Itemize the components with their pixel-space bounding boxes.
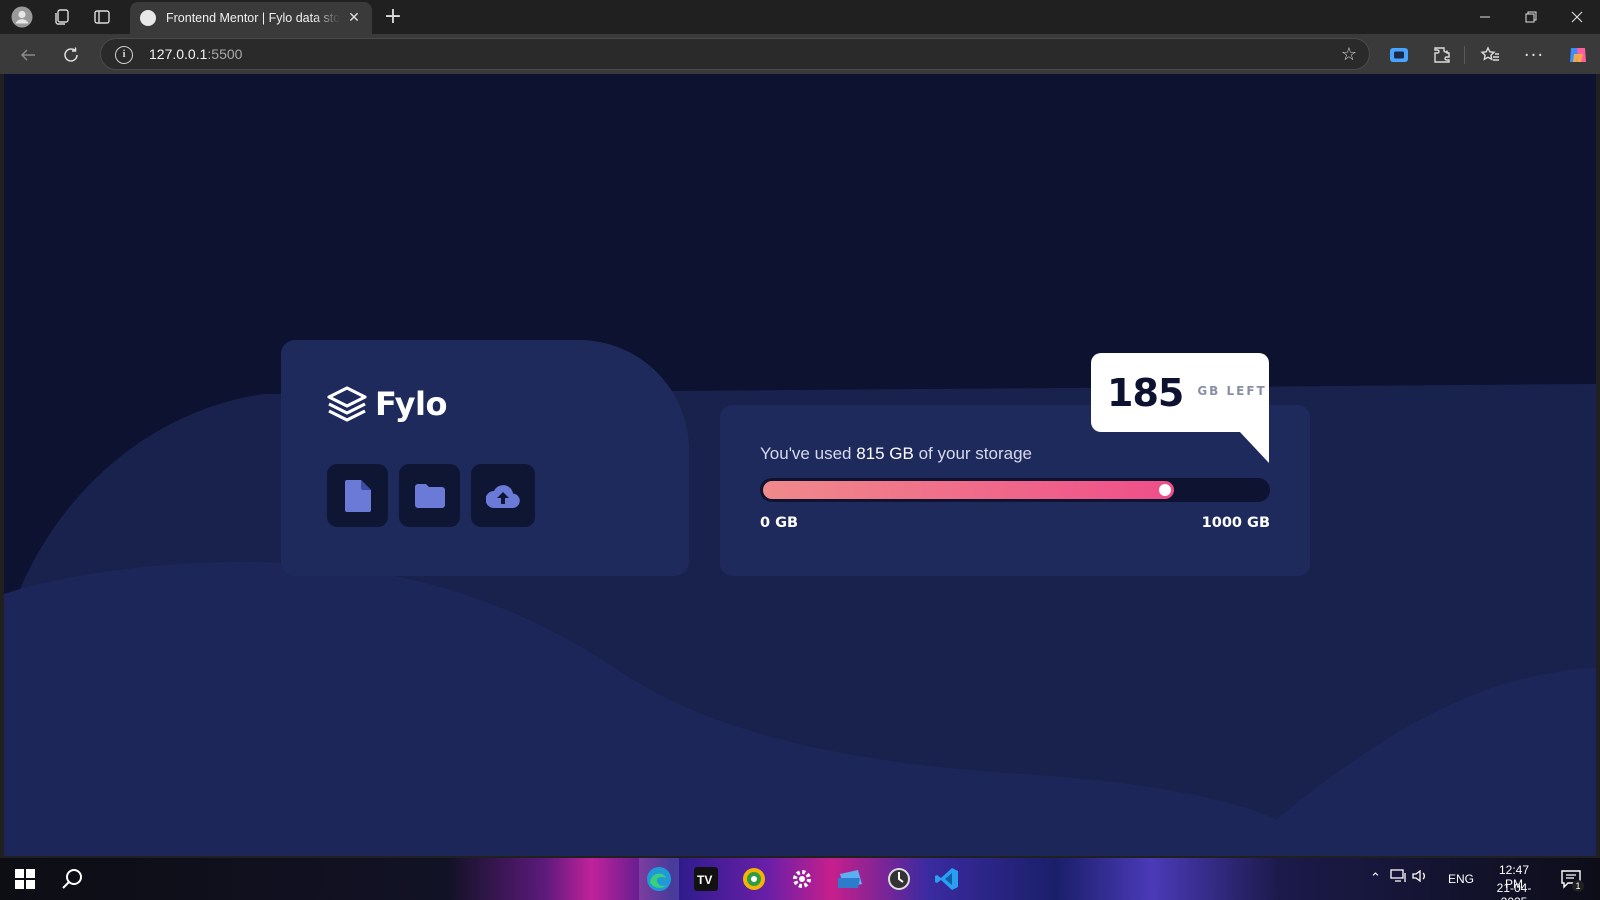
browser-tab-bar: Frontend Mentor | Fylo data storage comp… bbox=[0, 0, 1600, 34]
settings-gear-icon[interactable] bbox=[789, 866, 815, 892]
favorite-star-icon[interactable]: ☆ bbox=[1341, 44, 1357, 65]
tray-language[interactable]: ENG bbox=[1448, 872, 1474, 886]
usage-prefix: You've used bbox=[760, 444, 857, 463]
progress-knob bbox=[1158, 484, 1171, 496]
address-bar[interactable]: i 127.0.0.1:5500 ☆ bbox=[100, 38, 1370, 70]
search-icon[interactable] bbox=[60, 866, 86, 892]
range-min-label: 0 GB bbox=[760, 515, 799, 531]
tab-close-icon[interactable]: ✕ bbox=[346, 10, 362, 26]
remaining-unit: GB LEFT bbox=[1197, 383, 1267, 398]
upload-button[interactable] bbox=[471, 464, 535, 527]
url-port: :5500 bbox=[207, 46, 243, 62]
usage-amount: 815 GB bbox=[856, 444, 914, 463]
storage-progress-fill bbox=[763, 481, 1174, 499]
upload-cloud-icon bbox=[486, 484, 520, 508]
url-text: 127.0.0.1:5500 bbox=[149, 46, 242, 62]
edge-browser-icon[interactable] bbox=[646, 866, 672, 892]
browser-toolbar: i 127.0.0.1:5500 ☆ ··· bbox=[0, 34, 1600, 74]
screen-capture-icon[interactable] bbox=[1385, 41, 1413, 69]
notification-count: 1 bbox=[1572, 880, 1584, 892]
tray-volume-icon[interactable] bbox=[1412, 869, 1428, 886]
tab-title: Frontend Mentor | Fylo data storage comp… bbox=[166, 11, 340, 25]
notifications-icon[interactable]: 1 bbox=[1558, 866, 1584, 892]
close-window-button[interactable] bbox=[1554, 2, 1600, 32]
clock-app-icon[interactable] bbox=[886, 866, 912, 892]
document-button[interactable] bbox=[327, 464, 388, 527]
svg-text:TV: TV bbox=[697, 873, 712, 887]
file-explorer-icon[interactable] bbox=[838, 866, 864, 892]
usage-suffix: of your storage bbox=[913, 444, 1032, 463]
back-arrow-icon[interactable] bbox=[15, 42, 41, 68]
favicon-icon bbox=[140, 10, 156, 26]
more-options-icon[interactable]: ··· bbox=[1520, 41, 1548, 69]
document-icon bbox=[344, 479, 371, 512]
fylo-brand-card: Fylo bbox=[281, 340, 689, 576]
finance-app-icon[interactable] bbox=[741, 866, 767, 892]
remaining-number: 185 bbox=[1107, 370, 1184, 415]
url-host: 127.0.0.1 bbox=[149, 46, 208, 62]
tray-overflow-icon[interactable]: ⌃ bbox=[1370, 870, 1381, 886]
file-actions bbox=[327, 464, 643, 527]
windows-start-icon[interactable] bbox=[12, 866, 38, 892]
range-max-label: 1000 GB bbox=[1201, 515, 1270, 531]
folder-button[interactable] bbox=[399, 464, 460, 527]
toolbar-divider bbox=[1464, 46, 1465, 64]
tray-network-icon[interactable] bbox=[1390, 869, 1408, 886]
refresh-icon[interactable] bbox=[58, 42, 84, 68]
storage-progress-track bbox=[760, 478, 1270, 502]
fylo-layers-icon bbox=[327, 386, 367, 422]
vertical-tabs-icon[interactable] bbox=[90, 5, 114, 29]
favorites-icon[interactable] bbox=[1476, 41, 1504, 69]
logo-text: Fylo bbox=[375, 385, 447, 423]
profile-icon[interactable] bbox=[10, 5, 34, 29]
new-tab-button[interactable]: + bbox=[380, 4, 406, 30]
workspaces-icon[interactable] bbox=[50, 5, 74, 29]
tradingview-icon[interactable]: TV bbox=[693, 866, 719, 892]
fylo-logo: Fylo bbox=[327, 384, 643, 424]
extensions-icon[interactable] bbox=[1428, 41, 1456, 69]
copilot-icon[interactable] bbox=[1564, 41, 1592, 69]
bubble-tail bbox=[1239, 431, 1269, 463]
page-viewport: Fylo You've used 815 GB of your storage … bbox=[4, 74, 1596, 856]
minimize-button[interactable] bbox=[1462, 2, 1508, 32]
restore-button[interactable] bbox=[1508, 2, 1554, 32]
remaining-storage-bubble: 185 GB LEFT bbox=[1091, 353, 1269, 432]
tray-date[interactable]: 21-04-2025 bbox=[1484, 881, 1544, 900]
folder-icon bbox=[414, 483, 445, 508]
usage-text: You've used 815 GB of your storage bbox=[760, 444, 1032, 464]
site-info-icon[interactable]: i bbox=[115, 46, 133, 64]
browser-tab-active[interactable]: Frontend Mentor | Fylo data storage comp… bbox=[130, 2, 372, 34]
vscode-icon[interactable] bbox=[934, 866, 960, 892]
